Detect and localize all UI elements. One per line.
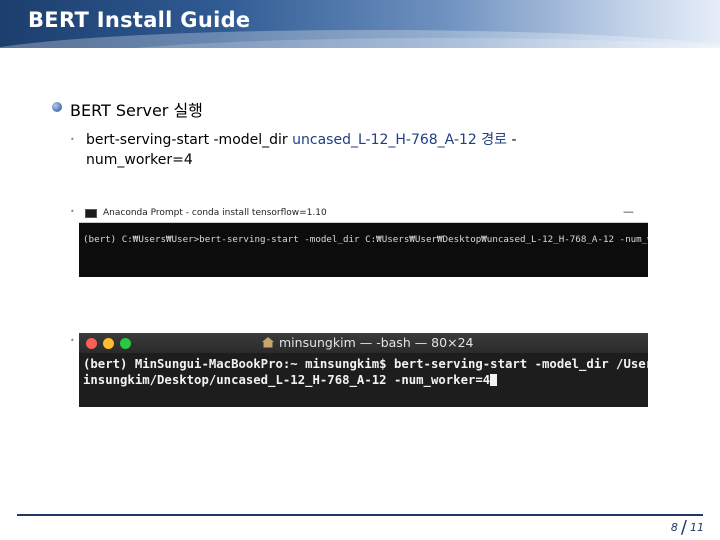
sub-bullet-dot: • <box>70 336 75 345</box>
mac-title-bar: minsungkim — -bash — 80×24 <box>79 333 648 353</box>
mac-window-title: minsungkim — -bash — 80×24 <box>261 335 473 350</box>
minimize-icon: — <box>623 205 634 218</box>
minimize-traffic-light-icon <box>103 338 114 349</box>
mac-line-1: (bert) MinSungui-MacBookPro:~ minsungkim… <box>83 357 648 371</box>
zoom-traffic-light-icon <box>120 338 131 349</box>
windows-title-bar: Anaconda Prompt - conda install tensorfl… <box>79 205 648 223</box>
command-prefix: bert-serving-start -model_dir <box>86 132 293 148</box>
slide-title: BERT Install Guide <box>28 8 251 32</box>
bullet-sphere-icon <box>52 102 62 112</box>
total-pages: 11 <box>690 521 704 534</box>
mac-title-text: minsungkim — -bash — 80×24 <box>279 335 474 350</box>
windows-command-text: (bert) C:₩Users₩User>bert-serving-start … <box>83 234 648 245</box>
sub-bullet-dot: • <box>70 207 75 216</box>
page-separator: / <box>680 517 687 538</box>
mac-line-2: insungkim/Desktop/uncased_L-12_H-768_A-1… <box>83 373 491 387</box>
command-description: bert-serving-start -model_dir uncased_L-… <box>86 130 606 170</box>
close-traffic-light-icon <box>86 338 97 349</box>
sub-bullet-dot: • <box>70 135 75 144</box>
current-page: 8 <box>670 521 678 534</box>
home-folder-icon <box>262 337 274 348</box>
cursor-icon <box>490 374 498 386</box>
mac-command-lines: (bert) MinSungui-MacBookPro:~ minsungkim… <box>83 356 648 388</box>
bullet-heading: BERT Server 실행 <box>70 101 203 120</box>
mac-terminal-screenshot: minsungkim — -bash — 80×24 (bert) MinSun… <box>79 333 648 407</box>
title-bar: BERT Install Guide <box>0 0 720 48</box>
windows-command-line: (bert) C:₩Users₩User>bert-serving-start … <box>83 234 648 245</box>
windows-window-title: Anaconda Prompt - conda install tensorfl… <box>103 208 327 218</box>
windows-terminal-screenshot: Anaconda Prompt - conda install tensorfl… <box>79 205 648 277</box>
footer-divider <box>17 514 703 516</box>
command-highlight: uncased_L-12_H-768_A-12 경로 <box>292 132 508 148</box>
command-prompt-icon <box>85 209 97 218</box>
page-number: 8/11 <box>671 517 704 538</box>
